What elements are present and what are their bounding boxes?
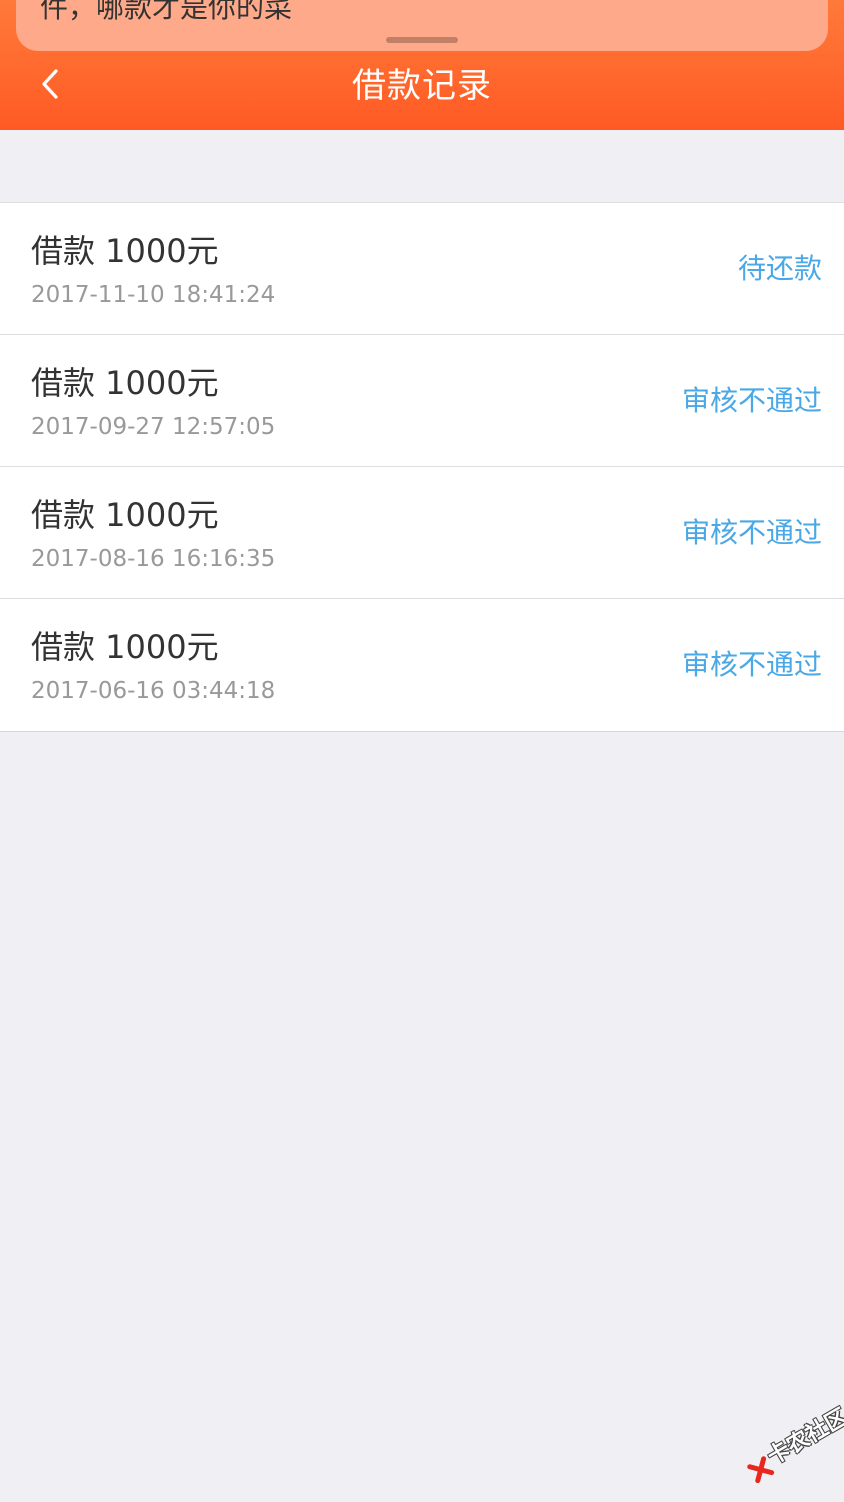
loan-amount-label: 借款 1000元 bbox=[31, 232, 219, 270]
loan-amount-label: 借款 1000元 bbox=[31, 628, 219, 666]
loan-amount-label: 借款 1000元 bbox=[31, 496, 219, 534]
loan-record-row[interactable]: 借款 1000元 2017-11-10 18:41:24 待还款 bbox=[0, 203, 844, 335]
loan-record-row[interactable]: 借款 1000元 2017-08-16 16:16:35 审核不通过 bbox=[0, 467, 844, 599]
loan-date: 2017-11-10 18:41:24 bbox=[31, 282, 276, 308]
loan-status: 待还款 bbox=[737, 252, 822, 285]
community-watermark: 卡农社区 bbox=[727, 1392, 844, 1502]
loan-date: 2017-06-16 03:44:18 bbox=[31, 678, 276, 704]
loan-status: 审核不通过 bbox=[681, 384, 822, 417]
loan-status: 审核不通过 bbox=[681, 516, 822, 549]
loan-status: 审核不通过 bbox=[681, 648, 822, 681]
notification-text: 件，哪款才是你的菜 bbox=[40, 0, 293, 24]
loan-record-row[interactable]: 借款 1000元 2017-06-16 03:44:18 审核不通过 bbox=[0, 599, 844, 731]
page-title: 借款记录 bbox=[352, 66, 492, 106]
loan-record-list: 借款 1000元 2017-11-10 18:41:24 待还款 借款 1000… bbox=[0, 202, 844, 732]
watermark-text: 卡农社区 bbox=[763, 1404, 844, 1471]
loan-date: 2017-08-16 16:16:35 bbox=[31, 546, 276, 572]
notification-banner[interactable]: 件，哪款才是你的菜 bbox=[16, 0, 828, 51]
loan-record-row[interactable]: 借款 1000元 2017-09-27 12:57:05 审核不通过 bbox=[0, 335, 844, 467]
loan-amount-label: 借款 1000元 bbox=[31, 364, 219, 402]
notification-drag-handle[interactable] bbox=[386, 37, 458, 43]
loan-date: 2017-09-27 12:57:05 bbox=[31, 414, 276, 440]
